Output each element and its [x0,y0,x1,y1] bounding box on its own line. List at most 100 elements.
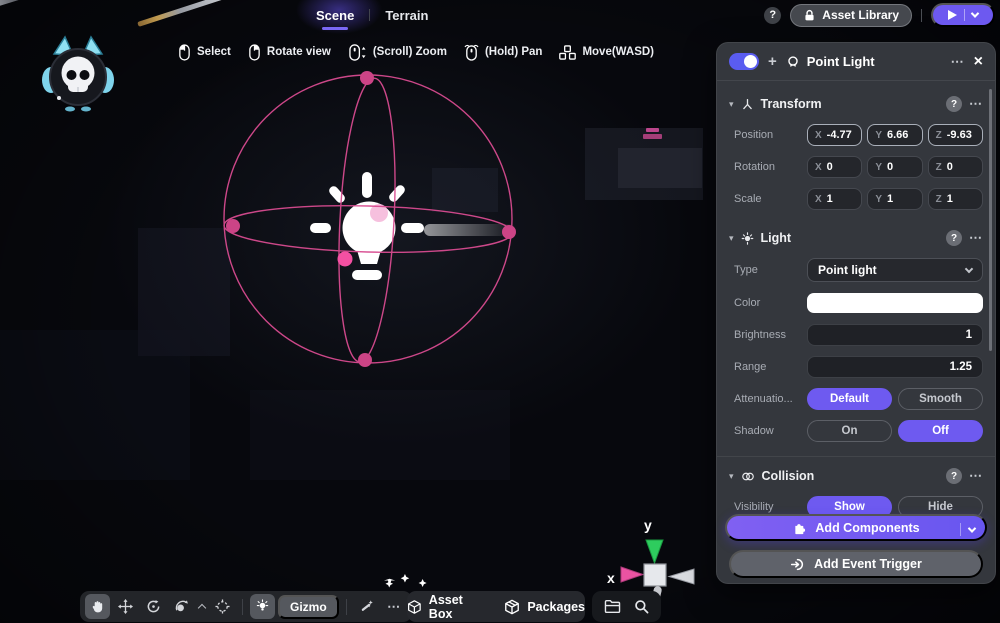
top-bar-divider [921,9,922,22]
position-z-field[interactable]: Z-9.63 [928,124,983,146]
hint-label: (Hold) Pan [485,46,543,58]
more-icon[interactable]: ⋯ [951,54,965,70]
axis-z-cone[interactable] [669,569,694,584]
rotation-x-field[interactable]: X0 [807,156,862,178]
section-transform-header[interactable]: ▾ Transform ? ⋯ [717,94,995,114]
asset-library-button[interactable]: Asset Library [790,4,912,27]
tab-scene[interactable]: Scene [316,0,354,30]
mode-tabs: Scene Terrain [316,0,428,30]
skull-cat-icon [32,28,124,120]
light-gizmo-toggle[interactable] [250,594,275,619]
shadow-off-button[interactable]: Off [898,420,983,442]
brightness-input[interactable]: 1 [807,324,983,346]
packages-icon [504,599,520,615]
panel-title-label: Point Light [807,54,875,69]
hint-label: (Scroll) Zoom [373,46,447,58]
caret-down-icon[interactable]: ▾ [729,233,734,244]
help-icon[interactable]: ? [946,96,962,112]
focus-icon [215,599,230,614]
asset-box-button[interactable]: Asset Box [407,593,485,621]
help-icon[interactable]: ? [764,7,781,24]
enabled-toggle[interactable] [729,53,759,70]
axis-prefix: X [815,162,822,173]
tab-terrain[interactable]: Terrain [385,0,428,30]
axis-y-cone[interactable] [646,540,663,563]
chevron-down-icon[interactable] [971,9,979,17]
mascot-logo[interactable] [32,28,124,125]
plus-icon[interactable]: + [768,53,777,70]
rotation-y-field[interactable]: Y0 [867,156,922,178]
more-tools-button[interactable]: ⋯ [382,594,407,619]
scale-y-field[interactable]: Y1 [867,188,922,210]
packages-button[interactable]: Packages [504,599,585,615]
add-components-button[interactable]: Add Components [725,514,987,541]
more-icon[interactable]: ⋯ [969,468,983,484]
range-input[interactable]: 1.25 [807,356,983,378]
shadow-on-button[interactable]: On [807,420,892,442]
scale-x-field[interactable]: X1 [807,188,862,210]
chevron-up-icon[interactable] [198,604,206,612]
close-icon[interactable]: × [974,54,983,70]
axis-cube[interactable] [644,564,666,586]
rotation-row: Rotation X0 Y0 Z0 [717,156,995,178]
play-button[interactable] [931,3,995,27]
play-button-divider [964,9,965,21]
caret-down-icon[interactable]: ▾ [729,471,734,482]
axis-prefix: Y [875,162,882,173]
row-label: Position [734,129,807,141]
asset-box-label: Asset Box [429,593,486,621]
viewport-toolbar: Gizmo ⋯ [80,591,412,622]
light-type-select[interactable]: Point light [807,258,983,282]
files-toolbar [592,591,661,622]
asset-box-icon [407,599,422,615]
mouse-left-icon [178,44,191,61]
orbit-tool[interactable] [169,594,194,619]
search-button[interactable] [634,599,649,614]
axis-prefix: Z [936,130,942,141]
add-event-trigger-button[interactable]: Add Event Trigger [729,550,983,578]
light-glow-streak [424,224,516,236]
row-label: Range [734,361,807,373]
help-icon[interactable]: ? [946,230,962,246]
section-title: Collision [762,469,815,483]
more-icon[interactable]: ⋯ [969,230,983,246]
add-components-label: Add Components [815,521,919,535]
rotate-icon [146,599,161,614]
divider [717,456,995,457]
color-swatch[interactable] [807,293,983,313]
attenuation-smooth-button[interactable]: Smooth [898,388,983,410]
toolbar-divider [242,599,243,615]
field-value: 1 [887,193,893,205]
position-x-field[interactable]: X-4.77 [807,124,862,146]
inspector-panel: + Point Light ⋯ × ▾ Transform [716,42,996,584]
section-light-header[interactable]: ▾ Light ? ⋯ [717,228,995,248]
wand-icon [359,599,374,614]
point-light-gizmo[interactable] [210,60,530,380]
rotation-z-field[interactable]: Z0 [928,156,983,178]
folder-button[interactable] [604,599,621,614]
gizmo-center-handle[interactable] [338,252,353,267]
pan-hand-tool[interactable] [85,594,110,619]
section-title: Transform [761,97,822,111]
field-value: 1 [827,193,833,205]
hint-select: Select [178,44,231,61]
move-tool[interactable] [113,594,138,619]
gizmo-button[interactable]: Gizmo [278,595,339,619]
section-collision-header[interactable]: ▾ Collision ? ⋯ [717,466,995,486]
help-icon[interactable]: ? [946,468,962,484]
magic-wand-tool[interactable] [354,594,379,619]
position-y-field[interactable]: Y6.66 [867,124,922,146]
focus-tool[interactable] [210,594,235,619]
asset-toolbar: Asset Box Packages [407,591,585,622]
rotate-tool[interactable] [141,594,166,619]
chevron-down-icon[interactable] [968,524,976,532]
caret-down-icon[interactable]: ▾ [729,99,734,110]
axis-x-cone[interactable] [621,567,643,582]
panel-scrollbar[interactable] [989,89,992,351]
light-type-row: Type Point light [717,258,995,282]
tab-terrain-label: Terrain [385,8,428,23]
more-icon[interactable]: ⋯ [969,96,983,112]
attenuation-default-button[interactable]: Default [807,388,892,410]
row-label: Attenuatio... [734,393,807,405]
scale-z-field[interactable]: Z1 [928,188,983,210]
